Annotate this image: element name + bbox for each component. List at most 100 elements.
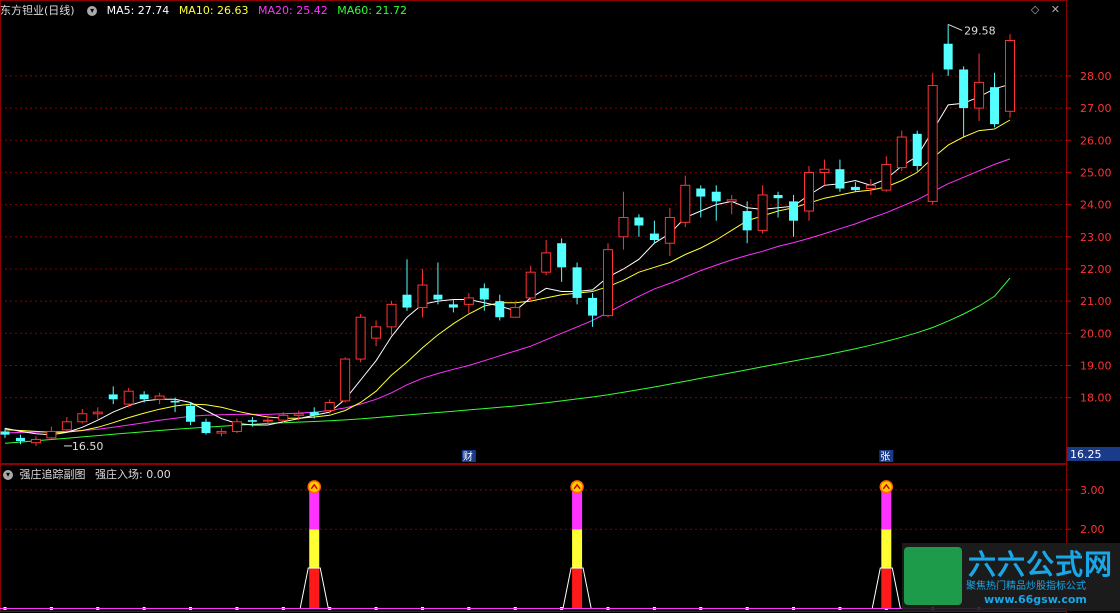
candle-body-up	[463, 297, 474, 305]
candle-body-up	[819, 168, 830, 173]
indicator-value: 强庄入场: 0.00	[95, 468, 171, 481]
candle-body-down	[742, 211, 752, 231]
candle-body-up	[618, 216, 629, 238]
candle-body-down	[0, 431, 10, 435]
candle-body-down	[15, 437, 25, 442]
candle-body-up	[30, 438, 41, 444]
candle-body-up	[371, 326, 382, 339]
main-frame	[0, 0, 1067, 464]
current-price-label: 16.25	[1070, 448, 1102, 461]
indicator-y-tick-label: 2.00	[1080, 523, 1105, 536]
signal-arrow-icon	[879, 480, 894, 494]
ma60-label: MA60: 21.72	[337, 4, 407, 17]
candle-body-up	[865, 184, 876, 190]
signal-arrow-icon	[307, 480, 321, 494]
candle-body-down	[696, 188, 706, 197]
candle-body-up	[680, 184, 691, 223]
ma20-label: MA20: 25.42	[258, 4, 328, 17]
candle-body-down	[912, 133, 922, 166]
close-icon[interactable]: ✕	[1051, 3, 1060, 16]
indicator-settings-icon[interactable]: ▾	[3, 470, 13, 480]
candle-body-up	[603, 249, 613, 317]
candle-body-up	[974, 81, 985, 109]
y-tick-label: 27.00	[1080, 102, 1112, 115]
indicator-legend: ▾ 强庄追踪副图 强庄入场: 0.00	[0, 466, 171, 482]
signal-bar-magenta	[881, 489, 892, 530]
watermark-logo-icon	[904, 547, 962, 605]
high-label: 29.58	[964, 24, 996, 37]
y-tick-label: 21.00	[1080, 295, 1112, 308]
y-tick-label: 26.00	[1080, 134, 1112, 147]
signal-bar-magenta	[572, 489, 583, 530]
y-tick-label: 28.00	[1080, 70, 1112, 83]
main-legend: 东方钽业(日线) ▾ MA5: 27.74 MA10: 26.63 MA20: …	[0, 2, 413, 18]
signal-bar-yellow	[572, 529, 583, 569]
signal-bar-magenta	[309, 489, 320, 530]
diamond-icon[interactable]: ◇	[1031, 3, 1039, 16]
high-pointer	[947, 23, 963, 31]
candle-body-down	[943, 43, 953, 70]
candle-body-down	[495, 301, 505, 318]
stock-title[interactable]: 东方钽业(日线)	[0, 4, 75, 17]
candle-body-up	[324, 401, 335, 412]
y-tick-label: 20.00	[1080, 327, 1112, 340]
candle-body-down	[170, 400, 180, 403]
candle-body-down	[773, 194, 783, 199]
signal-bar-yellow	[309, 529, 320, 569]
candle-body-up	[61, 421, 72, 431]
indicator-y-tick-label: 3.00	[1080, 484, 1105, 497]
candle-body-up	[262, 419, 273, 422]
candle-body-down	[402, 294, 412, 308]
y-tick-label: 19.00	[1080, 359, 1112, 372]
y-tick-label: 24.00	[1080, 199, 1112, 212]
y-tick-label: 22.00	[1080, 263, 1112, 276]
y-tick-label: 25.00	[1080, 166, 1112, 179]
marker-cai: 财	[463, 450, 473, 463]
candle-body-down	[649, 233, 659, 240]
watermark: 六六公式网 聚焦热门精品炒股指标公式 www.66gsw.com	[902, 543, 1120, 611]
candle-body-down	[557, 243, 567, 268]
candle-body-up	[541, 252, 552, 273]
candle-body-up	[757, 194, 768, 231]
candle-body-up	[896, 136, 907, 169]
candle-body-down	[433, 294, 443, 300]
candle-body-up	[123, 390, 134, 405]
ma10-line	[4, 119, 1011, 433]
candle-body-down	[634, 217, 644, 226]
marker-zhang: 张	[880, 451, 890, 463]
indicator-name[interactable]: 强庄追踪副图	[20, 468, 86, 481]
candle-body-up	[216, 430, 227, 434]
candle-body-up	[804, 171, 814, 212]
candle-body-down	[835, 169, 845, 189]
window-controls: ◇ ✕	[1031, 3, 1060, 16]
candle-body-down	[588, 297, 598, 316]
signal-arrow-icon	[570, 480, 584, 494]
candle-body-down	[959, 69, 969, 109]
candle-body-down	[789, 201, 799, 221]
ma5-line	[4, 83, 1011, 436]
y-tick-label: 18.00	[1080, 392, 1112, 405]
candle-body-down	[448, 304, 458, 308]
candle-body-up	[77, 413, 88, 423]
candle-body-up	[386, 303, 397, 328]
candle-body-up	[340, 358, 351, 402]
candle-body-up	[417, 284, 428, 309]
signal-bar-red	[881, 568, 892, 608]
y-tick-label: 23.00	[1080, 231, 1112, 244]
candle-body-down	[711, 191, 721, 202]
stock-chart: 18.00 19.00 20.00 21.00 22.00 23.00 24.00 25.00…	[0, 0, 1120, 613]
candle-body-up	[927, 85, 938, 202]
candle-body-down	[572, 267, 582, 298]
settings-circle-icon[interactable]: ▾	[87, 6, 98, 16]
candle-body-up	[510, 307, 521, 318]
signal-bar-red	[309, 568, 320, 608]
watermark-url: www.66gsw.com	[984, 593, 1087, 606]
candle-body-up	[881, 163, 892, 191]
candle-body-down	[186, 405, 196, 422]
candle-body-down	[139, 394, 149, 400]
low-label: 16.50	[72, 440, 104, 453]
candle-body-up	[525, 271, 536, 299]
ma20-line	[4, 158, 1011, 434]
ma5-label: MA5: 27.74	[106, 4, 170, 17]
candle-body-down	[201, 421, 211, 434]
